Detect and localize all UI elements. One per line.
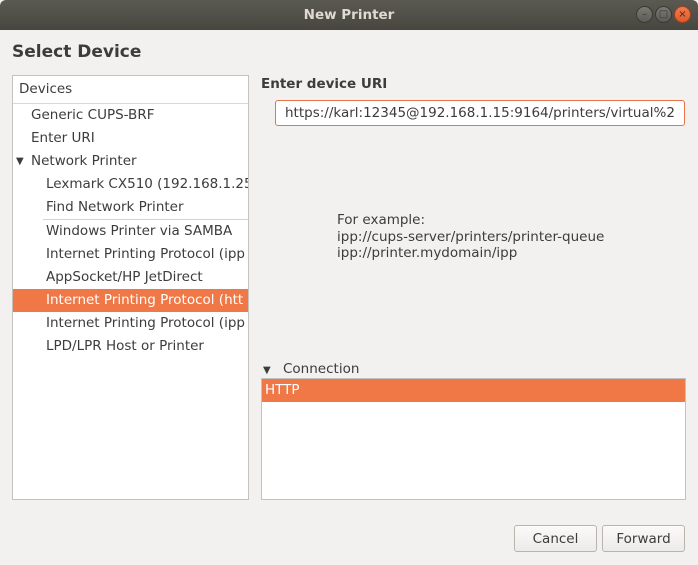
device-item-label: Internet Printing Protocol (ipp <box>46 315 245 331</box>
device-item-find-network-printer[interactable]: Find Network Printer <box>13 196 248 219</box>
device-uri-input[interactable] <box>275 100 685 126</box>
device-item-label: Internet Printing Protocol (ipp <box>46 246 245 262</box>
device-item-appsocket-jetdirect[interactable]: AppSocket/HP JetDirect <box>13 266 248 289</box>
example-heading: For example: <box>337 212 426 228</box>
device-item-windows-samba[interactable]: Windows Printer via SAMBA <box>13 220 248 243</box>
uri-label: Enter device URI <box>261 76 388 92</box>
expander-down-icon[interactable]: ▼ <box>16 150 24 173</box>
device-item-label: Enter URI <box>31 130 95 146</box>
device-item-ipp[interactable]: Internet Printing Protocol (ipp <box>13 243 248 266</box>
connection-expander[interactable]: ▼ Connection <box>263 361 359 377</box>
maximize-button[interactable]: □ <box>655 6 672 23</box>
device-item-label: Windows Printer via SAMBA <box>46 223 233 239</box>
close-button[interactable]: × <box>674 6 691 23</box>
page-title: Select Device <box>12 42 142 62</box>
device-item-generic-cups-brf[interactable]: Generic CUPS-BRF <box>13 104 248 127</box>
device-item-ipp-http[interactable]: Internet Printing Protocol (htt <box>13 289 248 312</box>
device-item-enter-uri[interactable]: Enter URI <box>13 127 248 150</box>
devices-column-header[interactable]: Devices <box>13 76 248 104</box>
device-item-label: LPD/LPR Host or Printer <box>46 338 204 354</box>
device-item-label: Find Network Printer <box>46 199 184 215</box>
device-item-network-printer[interactable]: ▼ Network Printer <box>13 150 248 173</box>
connection-item-label: HTTP <box>265 382 300 398</box>
maximize-icon: □ <box>658 9 669 20</box>
minimize-button[interactable]: – <box>636 6 653 23</box>
device-item-lpd-lpr[interactable]: LPD/LPR Host or Printer <box>13 335 248 358</box>
device-item-ipps[interactable]: Internet Printing Protocol (ipp <box>13 312 248 335</box>
device-item-label: Lexmark CX510 (192.168.1.25) <box>46 176 249 192</box>
expander-down-icon: ▼ <box>263 365 271 376</box>
window-title: New Printer <box>303 7 395 23</box>
device-item-label: Network Printer <box>31 153 137 169</box>
example-line: ipp://cups-server/printers/printer-queue <box>337 228 605 245</box>
title-bar[interactable]: New Printer – □ × <box>0 0 698 30</box>
forward-button[interactable]: Forward <box>602 525 685 552</box>
example-line: ipp://printer.mydomain/ipp <box>337 245 518 261</box>
device-item-label: AppSocket/HP JetDirect <box>46 269 203 285</box>
device-item-label: Internet Printing Protocol (htt <box>46 292 244 308</box>
minimize-icon: – <box>642 9 647 20</box>
devices-tree[interactable]: Devices Generic CUPS-BRF Enter URI ▼ Net… <box>12 75 249 500</box>
uri-example: For example: ipp://cups-server/printers/… <box>337 212 604 262</box>
connection-item-http[interactable]: HTTP <box>262 379 685 402</box>
device-item-lexmark-cx510[interactable]: Lexmark CX510 (192.168.1.25) <box>13 173 248 196</box>
device-item-label: Generic CUPS-BRF <box>31 107 155 123</box>
cancel-button[interactable]: Cancel <box>514 525 597 552</box>
connection-list[interactable]: HTTP <box>261 378 686 500</box>
close-icon: × <box>678 9 687 20</box>
new-printer-window: New Printer – □ × Select Device Devices … <box>0 0 698 565</box>
connection-label: Connection <box>283 361 360 377</box>
